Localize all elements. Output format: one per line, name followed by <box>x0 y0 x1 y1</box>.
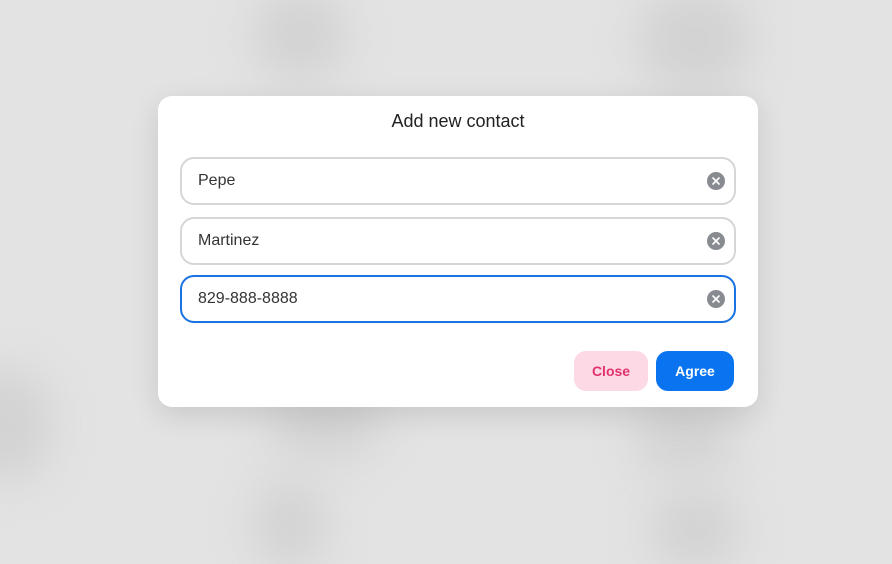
close-icon <box>712 177 720 185</box>
add-contact-dialog: Add new contact Close Agree <box>158 96 758 407</box>
backdrop-shape <box>0 370 50 480</box>
clear-last-name-button[interactable] <box>707 232 725 250</box>
backdrop-shape <box>255 480 325 564</box>
last-name-field <box>180 217 736 265</box>
clear-first-name-button[interactable] <box>707 172 725 190</box>
backdrop-shape <box>635 400 735 470</box>
first-name-field <box>180 157 736 205</box>
backdrop-shape <box>650 490 740 564</box>
first-name-input[interactable] <box>198 159 688 203</box>
backdrop-shape <box>255 0 345 80</box>
close-button[interactable]: Close <box>574 351 648 391</box>
backdrop-shape <box>640 0 750 90</box>
phone-field <box>180 275 736 323</box>
phone-input[interactable] <box>198 277 688 321</box>
agree-button[interactable]: Agree <box>656 351 734 391</box>
last-name-input[interactable] <box>198 219 688 263</box>
clear-phone-button[interactable] <box>707 290 725 308</box>
close-icon <box>712 237 720 245</box>
dialog-title: Add new contact <box>391 111 525 131</box>
close-icon <box>712 295 720 303</box>
